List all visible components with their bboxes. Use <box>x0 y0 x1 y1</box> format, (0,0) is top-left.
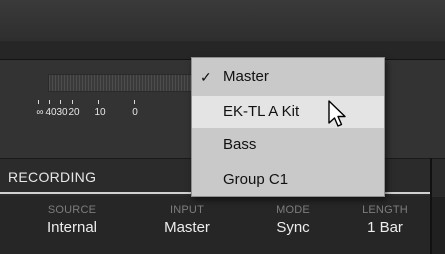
length-param[interactable]: LENGTH 1 Bar <box>340 204 430 238</box>
menu-item-bass[interactable]: Bass <box>192 129 384 161</box>
input-value: Master <box>164 219 210 236</box>
mouse-pointer-icon <box>328 100 346 127</box>
source-param[interactable]: SOURCE Internal <box>27 204 117 238</box>
input-dropdown-menu: ✓ Master EK-TL A Kit Bass Group C1 <box>191 57 385 197</box>
source-value: Internal <box>46 219 98 236</box>
input-label: INPUT <box>170 204 204 216</box>
app-panel: ∞ 40 30 20 10 0 RECORDING SOURCE Interna… <box>0 0 445 254</box>
checkmark-icon: ✓ <box>200 69 212 85</box>
length-label: LENGTH <box>362 204 408 216</box>
menu-item-label: EK-TL A Kit <box>223 103 300 120</box>
length-value: 1 Bar <box>367 219 403 236</box>
scale-tick <box>98 100 99 104</box>
section-title: RECORDING <box>8 169 97 185</box>
source-label: SOURCE <box>47 204 97 216</box>
mode-label: MODE <box>276 204 310 216</box>
mode-value: Sync <box>276 219 310 236</box>
scale-tick <box>134 100 135 104</box>
scale-label-inf: ∞ <box>36 107 44 118</box>
scale-label-30: 30 <box>56 107 68 118</box>
menu-item-label: Group C1 <box>223 171 289 188</box>
meter-scale: ∞ 40 30 20 10 0 <box>32 100 202 124</box>
input-param[interactable]: INPUT Master <box>142 204 232 238</box>
scale-label-0: 0 <box>132 107 138 118</box>
scale-label-10: 10 <box>94 107 106 118</box>
scale-tick <box>60 100 61 104</box>
level-meter <box>48 74 195 92</box>
menu-item-ek-tl-a-kit[interactable]: EK-TL A Kit <box>192 96 384 128</box>
top-toolbar <box>0 0 445 42</box>
menu-item-master[interactable]: ✓ Master <box>192 61 384 93</box>
menu-item-group-c1[interactable]: Group C1 <box>192 164 384 196</box>
scale-tick <box>38 100 39 104</box>
menu-item-label: Bass <box>223 136 257 153</box>
menu-item-label: Master <box>223 68 269 85</box>
scale-tick <box>49 100 50 104</box>
mode-param[interactable]: MODE Sync <box>248 204 338 238</box>
scale-label-40: 40 <box>45 107 57 118</box>
scale-label-20: 20 <box>68 107 80 118</box>
right-divider <box>430 158 432 254</box>
scale-tick <box>72 100 73 104</box>
